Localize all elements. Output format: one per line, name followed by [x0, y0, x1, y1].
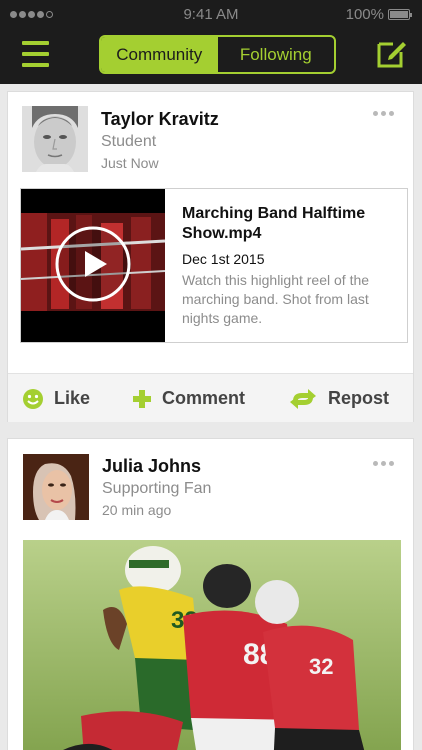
post-card: Julia Johns Supporting Fan 20 min ago 32 — [7, 438, 414, 750]
post-card: Taylor Kravitz Student Just Now Marching… — [7, 91, 414, 422]
avatar[interactable] — [22, 106, 88, 172]
post-author[interactable]: Taylor Kravitz — [101, 109, 219, 130]
post-timestamp: Just Now — [101, 155, 159, 171]
more-options-button[interactable] — [373, 461, 395, 467]
video-attachment[interactable]: Marching Band Halftime Show.mp4 Dec 1st … — [20, 188, 408, 343]
more-dots-icon — [373, 111, 378, 116]
post-actions-bar: Like Comment Repost — [8, 373, 413, 422]
video-thumbnail[interactable] — [21, 189, 165, 342]
comment-label: Comment — [162, 388, 246, 408]
comment-button[interactable]: Comment — [132, 374, 245, 423]
svg-text:32: 32 — [309, 654, 333, 679]
repost-button[interactable]: Repost — [288, 374, 389, 423]
attachment-date: Dec 1st 2015 — [182, 251, 265, 267]
battery-icon — [388, 9, 412, 20]
compose-button[interactable] — [376, 37, 408, 69]
post-timestamp: 20 min ago — [102, 502, 172, 518]
avatar[interactable] — [23, 454, 89, 520]
status-bar: 9:41 AM 100% — [0, 0, 422, 30]
attachment-title[interactable]: Marching Band Halftime Show.mp4 — [182, 204, 397, 244]
hamburger-icon — [22, 41, 49, 45]
repost-icon — [290, 388, 316, 409]
post-author-role: Student — [101, 133, 157, 150]
compose-icon — [377, 42, 406, 68]
repost-label: Repost — [328, 388, 390, 408]
tab-following[interactable]: Following — [218, 37, 335, 72]
post-author[interactable]: Julia Johns — [102, 456, 201, 477]
tab-community[interactable]: Community — [101, 37, 218, 72]
plus-icon — [133, 389, 151, 408]
post-author-role: Supporting Fan — [102, 480, 212, 497]
battery-percent: 100% — [345, 6, 384, 23]
top-bar: 9:41 AM 100% Community Following — [0, 0, 422, 84]
attachment-description: Watch this highlight reel of the marchin… — [182, 272, 370, 326]
like-button[interactable]: Like — [22, 374, 90, 423]
more-dots-icon — [373, 461, 378, 466]
like-label: Like — [54, 388, 91, 408]
more-options-button[interactable] — [373, 111, 395, 117]
smiley-icon — [23, 388, 43, 409]
post-photo[interactable]: 32 88 32 — [23, 540, 401, 750]
feed-segmented-control: Community Following — [99, 35, 336, 74]
menu-button[interactable] — [22, 41, 49, 67]
